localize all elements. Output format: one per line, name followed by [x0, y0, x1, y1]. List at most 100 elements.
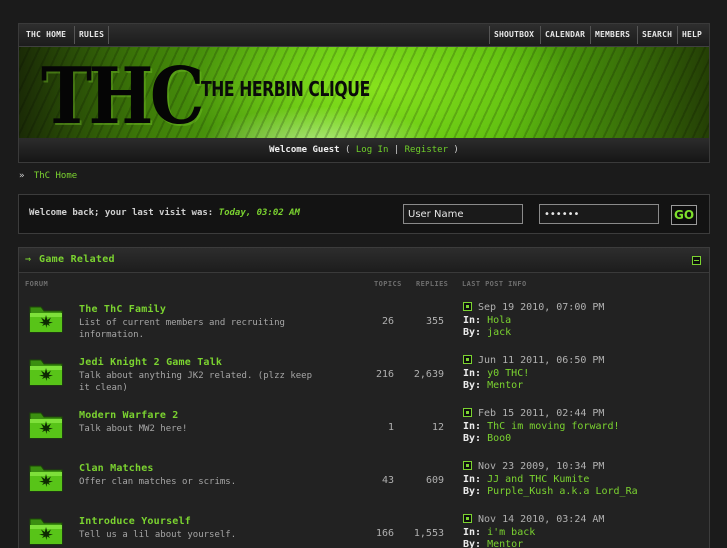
last-post-author-link[interactable]: Boo0 [487, 433, 511, 444]
topic-count: 1 [387, 422, 394, 433]
by-label: By: [463, 486, 482, 497]
nav-shoutbox[interactable]: SHOUTBOX [491, 24, 537, 46]
last-post-date: Feb 15 2011, 02:44 PM [478, 408, 605, 419]
forum-description: Offer clan matches or scrims. [79, 477, 237, 487]
nav-divider [637, 26, 638, 44]
nav-divider [540, 26, 541, 44]
topic-count: 216 [375, 369, 394, 380]
last-post-icon[interactable] [463, 355, 472, 364]
last-post-info: Nov 23 2009, 10:34 PM In: JJ and THC Kum… [463, 461, 638, 499]
reply-count: 1,553 [413, 528, 444, 539]
forum-name-link[interactable]: Jedi Knight 2 Game Talk [79, 357, 222, 368]
by-label: By: [463, 433, 482, 444]
forum-description: List of current members and recruiting i… [79, 318, 285, 340]
nav-thc-home[interactable]: THC HOME [23, 24, 69, 46]
last-visit-time: Today, 03:02 AM [218, 208, 300, 218]
by-label: By: [463, 539, 482, 548]
username-input[interactable] [403, 204, 523, 224]
last-post-topic-link[interactable]: ThC im moving forward! [487, 421, 619, 432]
category-title[interactable]: Game Related [39, 254, 115, 265]
forum-name-link[interactable]: The ThC Family [79, 304, 166, 315]
by-label: By: [463, 327, 482, 338]
forum-row: Modern Warfare 2 Talk about MW2 here! 1 … [19, 403, 709, 456]
topic-count: 26 [381, 316, 394, 327]
reply-count: 355 [425, 316, 444, 327]
login-link[interactable]: Log In [356, 145, 389, 155]
last-post-date: Nov 14 2010, 03:24 AM [478, 514, 605, 525]
in-label: In: [463, 473, 482, 485]
last-post-author-link[interactable]: Mentor [487, 539, 523, 548]
category-header: ⇒ Game Related [19, 248, 709, 273]
logo[interactable]: THC [41, 51, 205, 138]
forum-name-link[interactable]: Modern Warfare 2 [79, 410, 179, 421]
forum-folder-icon [29, 412, 63, 439]
last-post-date: Sep 19 2010, 07:00 PM [478, 302, 605, 313]
nav-rules[interactable]: RULES [76, 24, 107, 46]
last-post-info: Feb 15 2011, 02:44 PM In: ThC im moving … [463, 408, 620, 446]
category-game-related: ⇒ Game Related FORUM TOPICS REPLIES LAST… [18, 247, 710, 548]
last-post-topic-link[interactable]: y0 THC! [487, 368, 529, 379]
in-label: In: [463, 367, 482, 379]
last-post-info: Nov 14 2010, 03:24 AM In: i'm back By: M… [463, 514, 604, 548]
paren-close: ) [453, 145, 459, 155]
forum-row: Introduce Yourself Tell us a lil about y… [19, 509, 709, 548]
last-visit-label: Welcome back; your last visit was: [29, 208, 214, 218]
nav-divider [489, 26, 490, 44]
go-button[interactable]: GO [671, 205, 697, 225]
column-forum: FORUM [25, 280, 49, 288]
last-post-icon[interactable] [463, 461, 472, 470]
last-post-author-link[interactable]: jack [487, 327, 511, 338]
reply-count: 609 [425, 475, 444, 486]
breadcrumb: » ThC Home [19, 171, 77, 181]
last-post-icon[interactable] [463, 302, 472, 311]
reply-count: 2,639 [413, 369, 444, 380]
nav-search[interactable]: SEARCH [639, 24, 675, 46]
in-label: In: [463, 314, 482, 326]
nav-members[interactable]: MEMBERS [592, 24, 633, 46]
topic-count: 166 [375, 528, 394, 539]
collapse-toggle-icon[interactable] [692, 256, 701, 265]
forum-description: Talk about MW2 here! [79, 424, 188, 434]
nav-help[interactable]: HELP [679, 24, 705, 46]
topic-count: 43 [381, 475, 394, 486]
login-strip: Welcome back; your last visit was: Today… [18, 194, 710, 234]
last-post-icon[interactable] [463, 408, 472, 417]
paren-open: ( [345, 145, 351, 155]
reply-count: 12 [431, 422, 444, 433]
last-post-topic-link[interactable]: JJ and THC Kumite [487, 474, 589, 485]
nav-divider [677, 26, 678, 44]
nav-divider [590, 26, 591, 44]
link-divider: | [393, 145, 400, 155]
last-post-author-link[interactable]: Mentor [487, 380, 523, 391]
last-post-topic-link[interactable]: i'm back [487, 527, 535, 538]
forum-row: Clan Matches Offer clan matches or scrim… [19, 456, 709, 509]
breadcrumb-home-link[interactable]: ThC Home [34, 171, 77, 181]
welcome-guest-text: Welcome Guest [269, 145, 340, 155]
last-post-icon[interactable] [463, 514, 472, 523]
welcome-bar: Welcome Guest ( Log In | Register ) [19, 138, 709, 162]
last-post-author-link[interactable]: Purple_Kush a.k.a Lord_Ra [487, 486, 638, 497]
forum-name-link[interactable]: Introduce Yourself [79, 516, 191, 527]
in-label: In: [463, 526, 482, 538]
site-header: THC HOME RULES SHOUTBOX CALENDAR MEMBERS… [18, 23, 710, 163]
register-link[interactable]: Register [405, 145, 448, 155]
forum-name-link[interactable]: Clan Matches [79, 463, 154, 474]
forum-folder-icon [29, 306, 63, 333]
nav-divider [74, 26, 75, 44]
nav-calendar[interactable]: CALENDAR [542, 24, 588, 46]
column-topics: TOPICS [374, 280, 402, 288]
forum-row: The ThC Family List of current members a… [19, 297, 709, 350]
forum-folder-icon [29, 359, 63, 386]
last-post-topic-link[interactable]: Hola [487, 315, 511, 326]
column-last-post: LAST POST INFO [462, 280, 527, 288]
by-label: By: [463, 380, 482, 391]
banner: THC THE HERBIN CLIQUE [19, 47, 709, 138]
forum-description: Tell us a lil about yourself. [79, 530, 237, 540]
forum-description: Talk about anything JK2 related. (plzz k… [79, 371, 312, 393]
forum-folder-icon [29, 465, 63, 492]
category-arrow-icon: ⇒ [25, 254, 32, 265]
last-post-date: Jun 11 2011, 06:50 PM [478, 355, 605, 366]
last-visit-message: Welcome back; your last visit was: Today… [29, 208, 300, 218]
top-navigation: THC HOME RULES SHOUTBOX CALENDAR MEMBERS… [19, 24, 709, 47]
password-input[interactable] [539, 204, 659, 224]
